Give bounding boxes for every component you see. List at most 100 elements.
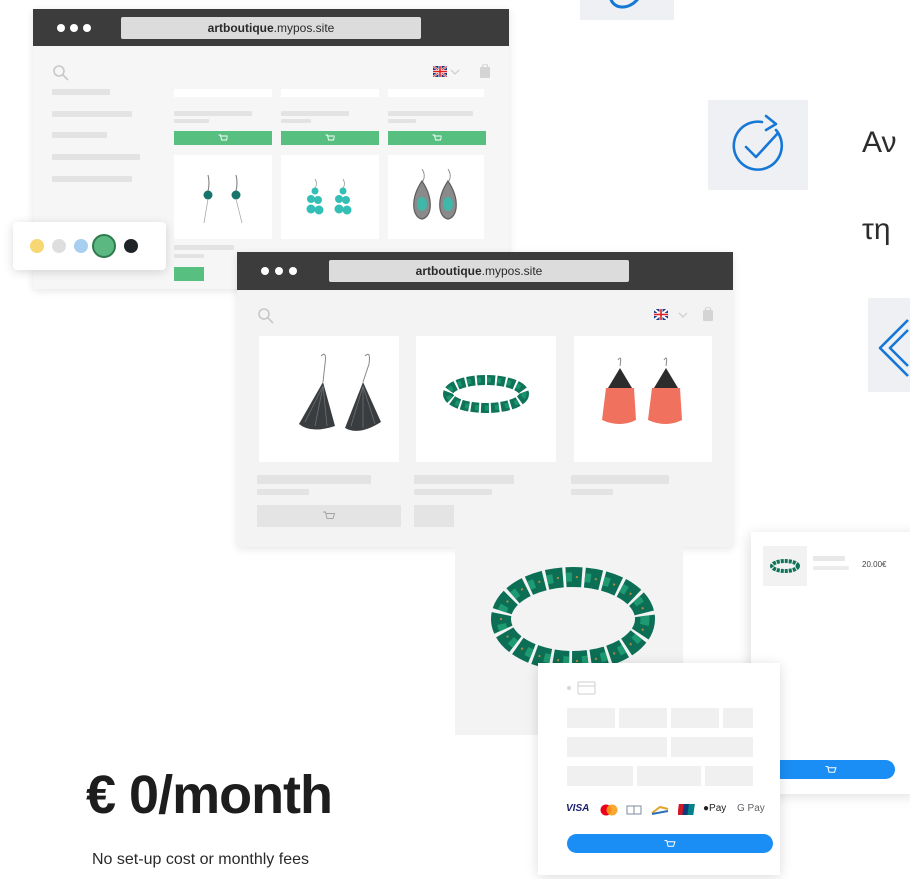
product-card-top [388, 89, 484, 97]
cart-icon [325, 134, 335, 141]
uk-flag-icon[interactable] [433, 66, 447, 77]
payment-logos: VISA ●Pay G Pay [566, 803, 776, 817]
cart-item-thumbnail [763, 546, 807, 586]
add-to-cart-button[interactable] [414, 505, 454, 527]
product-image-card[interactable] [574, 336, 712, 462]
pricing-headline: € 0/month [86, 765, 333, 825]
window-dot [275, 267, 283, 275]
name-field[interactable] [637, 766, 701, 786]
sidebar-placeholder [52, 132, 107, 138]
visa-logo: VISA [566, 803, 590, 814]
tag-icon [878, 319, 909, 377]
window-dot [261, 267, 269, 275]
add-to-cart-button[interactable] [174, 131, 272, 145]
add-to-cart-button[interactable] [174, 267, 204, 281]
product-image-card[interactable] [174, 155, 272, 239]
earrings-image [203, 174, 243, 224]
product-title-placeholder [414, 475, 514, 484]
url-suffix: .mypos.site [273, 21, 335, 35]
cart-item-title-placeholder [813, 556, 845, 561]
feature-text-line-2: τη [862, 213, 891, 246]
feature-icon-box-2 [868, 298, 910, 392]
unionpay-icon [678, 804, 695, 815]
color-swatch[interactable] [74, 239, 88, 253]
cart-icon [218, 134, 228, 141]
product-price-placeholder [174, 119, 209, 123]
cart-icon [664, 839, 676, 847]
pricing-subline: No set-up cost or monthly fees [92, 851, 309, 868]
product-title-placeholder [174, 245, 234, 250]
url-domain: artboutique [415, 264, 482, 278]
color-swatch-picker [13, 222, 166, 270]
browser-window-front: artboutique.mypos.site [237, 252, 733, 547]
chevron-down-icon[interactable] [450, 68, 460, 76]
url-suffix: .mypos.site [481, 264, 543, 278]
color-swatch[interactable] [124, 239, 138, 253]
product-image-card[interactable] [281, 155, 379, 239]
uk-flag-icon[interactable] [654, 309, 668, 320]
product-image-card[interactable] [259, 336, 399, 462]
window-dot [57, 24, 65, 32]
shopping-bag-icon[interactable] [479, 64, 491, 78]
product-price-placeholder [571, 489, 613, 495]
color-swatch[interactable] [52, 239, 66, 253]
credit-card-icon [567, 681, 596, 695]
url-domain: artboutique [207, 21, 274, 35]
cart-icon [432, 134, 442, 141]
product-price-placeholder [174, 254, 204, 258]
product-card-top [174, 89, 272, 97]
earrings-image [413, 168, 457, 220]
color-swatch-selected[interactable] [92, 234, 116, 258]
address-bar[interactable]: artboutique.mypos.site [329, 260, 629, 282]
bracelet-thumbnail [770, 559, 800, 573]
address-bar[interactable]: artboutique.mypos.site [121, 17, 421, 39]
product-title-placeholder [571, 475, 669, 484]
window-dot [289, 267, 297, 275]
add-to-cart-button[interactable] [257, 505, 401, 527]
cart-icon [825, 765, 837, 773]
cart-item-sub-placeholder [813, 566, 849, 570]
color-swatch[interactable] [30, 239, 44, 253]
card-field[interactable] [671, 708, 719, 728]
feature-text-line-1: Αν [862, 126, 897, 159]
product-price-placeholder [257, 489, 309, 495]
cart-checkout-button[interactable] [767, 760, 895, 779]
expiry-field[interactable] [567, 737, 667, 757]
tassel-earrings-image [602, 357, 682, 424]
card-field[interactable] [619, 708, 667, 728]
product-title-placeholder [174, 111, 252, 116]
cart-icon [323, 511, 335, 519]
name-field[interactable] [567, 766, 633, 786]
cart-item-price: 20.00€ [862, 560, 887, 569]
window-dot [83, 24, 91, 32]
sidebar-placeholder [52, 154, 140, 160]
fan-earrings-image [299, 353, 381, 431]
window-dot [70, 24, 78, 32]
sidebar-placeholder [52, 111, 132, 117]
search-icon[interactable] [257, 307, 275, 325]
cvv-field[interactable] [671, 737, 753, 757]
pay-button[interactable] [567, 834, 773, 853]
add-to-cart-button[interactable] [388, 131, 486, 145]
diners-icon [626, 805, 642, 815]
refresh-check-icon [732, 114, 784, 171]
sidebar-placeholder [52, 89, 110, 95]
product-price-placeholder [388, 119, 416, 123]
product-title-placeholder [388, 111, 473, 116]
name-field[interactable] [705, 766, 753, 786]
chevron-down-icon[interactable] [678, 311, 688, 319]
product-image-card[interactable] [416, 336, 556, 462]
shopping-bag-icon[interactable] [702, 307, 714, 321]
bracelet-image [443, 375, 529, 413]
google-pay-logo: G Pay [737, 803, 765, 814]
add-to-cart-button[interactable] [281, 131, 379, 145]
product-image-card[interactable] [388, 155, 484, 239]
apple-pay-logo: ●Pay [703, 803, 726, 814]
card-field[interactable] [723, 708, 753, 728]
bank-card-icon [651, 805, 669, 815]
card-field[interactable] [567, 708, 615, 728]
checkout-card: VISA ●Pay G Pay [538, 663, 780, 875]
search-icon[interactable] [52, 64, 70, 82]
feature-icon-box [708, 100, 808, 190]
product-title-placeholder [257, 475, 371, 484]
